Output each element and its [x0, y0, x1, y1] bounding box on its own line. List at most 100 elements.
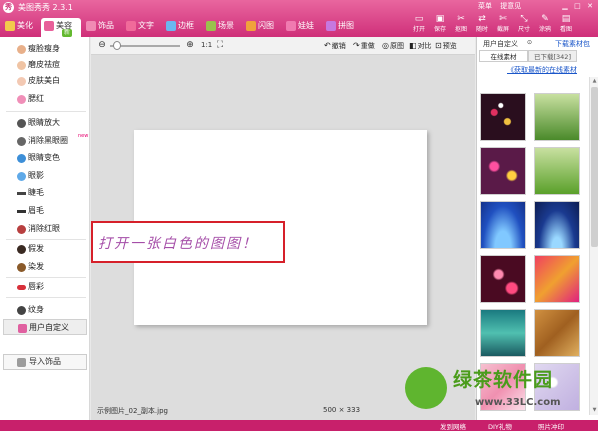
- maximize-icon[interactable]: □: [572, 2, 582, 11]
- tab-beautify[interactable]: 美化: [2, 18, 40, 34]
- diy-gift-button[interactable]: DIY礼物: [488, 421, 512, 431]
- tool-smooth-skin[interactable]: 磨皮祛痘: [3, 57, 87, 73]
- feedback-button[interactable]: 提意见: [500, 2, 521, 10]
- material-thumb[interactable]: [480, 147, 526, 195]
- bottom-bar: 发到网络 DIY礼物 照片冲印: [0, 420, 598, 431]
- zoom-ratio[interactable]: 1:1: [201, 41, 212, 49]
- tool-eyebrow[interactable]: 眉毛: [3, 203, 87, 219]
- tool-blush[interactable]: 腮红: [3, 91, 87, 107]
- viewer-button[interactable]: ▤ 看图: [557, 14, 575, 33]
- tab-text[interactable]: 文字: [123, 18, 161, 34]
- face-icon: [17, 45, 26, 54]
- tab-doll[interactable]: 娃娃: [283, 18, 321, 34]
- tool-user-custom[interactable]: 用户自定义: [3, 319, 87, 335]
- custom-icon: [18, 324, 27, 333]
- app-logo-icon: 秀: [3, 2, 14, 13]
- material-thumb[interactable]: [534, 201, 580, 249]
- material-thumb[interactable]: [534, 93, 580, 141]
- tool-whiten-skin[interactable]: 皮肤美白: [3, 73, 87, 89]
- minimize-icon[interactable]: ▁: [560, 2, 570, 11]
- material-thumb[interactable]: [534, 147, 580, 195]
- get-latest-link[interactable]: 《获取最新的在线素材: [507, 65, 577, 75]
- tool-enlarge-eyes[interactable]: 眼睛放大: [3, 115, 87, 131]
- undo-button[interactable]: ↶撤销: [324, 41, 346, 51]
- tab-border[interactable]: 边框: [163, 18, 201, 34]
- zoom-out-icon[interactable]: ⊖: [97, 40, 107, 50]
- preview-button[interactable]: ⊡预览: [435, 41, 457, 51]
- tab-makeup[interactable]: 美容: [41, 18, 81, 37]
- photo-print-button[interactable]: 照片冲印: [538, 421, 564, 431]
- hair-icon: [17, 245, 26, 254]
- zoom-slider-handle[interactable]: [113, 41, 121, 50]
- tool-tattoo[interactable]: 纹身: [3, 302, 87, 318]
- tab-downloaded[interactable]: 已下载[342]: [528, 50, 577, 62]
- divider: [6, 111, 86, 112]
- tool-eyelash[interactable]: 睫毛: [3, 185, 87, 201]
- makeup-icon: [44, 21, 54, 31]
- material-thumb[interactable]: [480, 255, 526, 303]
- new-badge: 新: [62, 29, 73, 37]
- open-button[interactable]: ▭ 打开: [410, 14, 428, 33]
- material-thumb[interactable]: [534, 255, 580, 303]
- tool-slim-face[interactable]: 瘦脸瘦身: [3, 41, 87, 57]
- tool-red-eye[interactable]: 消除红眼: [3, 221, 87, 237]
- material-thumb[interactable]: [534, 309, 580, 357]
- tab-ornament[interactable]: 饰品: [83, 18, 121, 34]
- close-icon[interactable]: ✕: [585, 2, 595, 11]
- dropdown-icon[interactable]: ⊙: [527, 39, 532, 46]
- share-icon: ⇄: [478, 14, 486, 24]
- doodle-button[interactable]: ✎ 涂鸦: [536, 14, 554, 33]
- tool-wig[interactable]: 假发: [3, 241, 87, 257]
- download-pack-link[interactable]: 下载素材包: [555, 39, 590, 49]
- tool-remove-dark-circles[interactable]: 消除黑眼圈 new: [3, 133, 88, 149]
- import-ornament-button[interactable]: 导入饰品: [3, 354, 87, 370]
- tool-hair-dye[interactable]: 染发: [3, 259, 87, 275]
- eyeshadow-icon: [17, 172, 26, 181]
- top-menus: 菜单 提意见: [478, 1, 527, 11]
- eyelash-icon: [17, 192, 26, 195]
- material-category[interactable]: 用户自定义: [483, 39, 518, 49]
- puzzle-icon: [326, 21, 336, 31]
- material-thumb[interactable]: [480, 309, 526, 357]
- tab-scene[interactable]: 场景: [203, 18, 241, 34]
- makeup-tools-panel: 瘦脸瘦身 磨皮祛痘 皮肤美白 腮红 眼睛放大 消除黑眼圈 new 眼睛变色 眼影 …: [0, 37, 90, 420]
- share-button[interactable]: ⇄ 随时: [473, 14, 491, 33]
- tool-eye-color[interactable]: 眼睛变色: [3, 150, 87, 166]
- redo-button[interactable]: ↷重做: [353, 41, 375, 51]
- tool-eyeshadow[interactable]: 眼影: [3, 168, 87, 184]
- eye-icon: [17, 137, 26, 146]
- menu-button[interactable]: 菜单: [478, 2, 492, 10]
- original-icon: ◎: [382, 41, 389, 50]
- face-icon: [17, 61, 26, 70]
- scroll-up-icon[interactable]: ▲: [591, 78, 598, 85]
- open-folder-icon: ▭: [414, 14, 424, 24]
- resize-button[interactable]: ⤡ 尺寸: [515, 14, 533, 33]
- share-to-web-button[interactable]: 发到网络: [440, 421, 466, 431]
- scissors-icon: ✄: [499, 14, 507, 24]
- eye-icon: [17, 154, 26, 163]
- zoom-in-icon[interactable]: ⊕: [185, 40, 195, 50]
- original-button[interactable]: ◎原图: [382, 41, 404, 51]
- hair-icon: [17, 263, 26, 272]
- tab-online-material[interactable]: 在线素材: [479, 50, 528, 62]
- cutout-button[interactable]: ✂ 抠图: [452, 14, 470, 33]
- redo-icon: ↷: [353, 41, 360, 50]
- tab-puzzle[interactable]: 拼图: [323, 18, 361, 34]
- lips-icon: [17, 285, 26, 290]
- material-thumb[interactable]: [480, 201, 526, 249]
- preview-icon: ⊡: [435, 41, 442, 50]
- divider: [6, 277, 86, 278]
- screenshot-button[interactable]: ✄ 截屏: [494, 14, 512, 33]
- scrollbar-thumb[interactable]: [591, 87, 598, 247]
- compare-button[interactable]: ◧对比: [409, 41, 432, 51]
- face-icon: [17, 77, 26, 86]
- watermark-url: www.33LC.com: [475, 397, 561, 408]
- fit-window-icon[interactable]: ⛶: [215, 40, 225, 50]
- tab-flash[interactable]: 闪图: [243, 18, 281, 34]
- material-header: 用户自定义 ⊙ 下载素材包: [477, 39, 598, 49]
- window-title: 美图秀秀 2.3.1: [18, 3, 73, 12]
- app-window: 秀 美图秀秀 2.3.1 菜单 提意见 ▁ □ ✕ 美化 美容 饰品 文字 边框…: [0, 0, 598, 431]
- save-button[interactable]: ▣ 保存: [431, 14, 449, 33]
- tool-lip-gloss[interactable]: 唇彩: [3, 279, 87, 295]
- material-thumb[interactable]: [480, 93, 526, 141]
